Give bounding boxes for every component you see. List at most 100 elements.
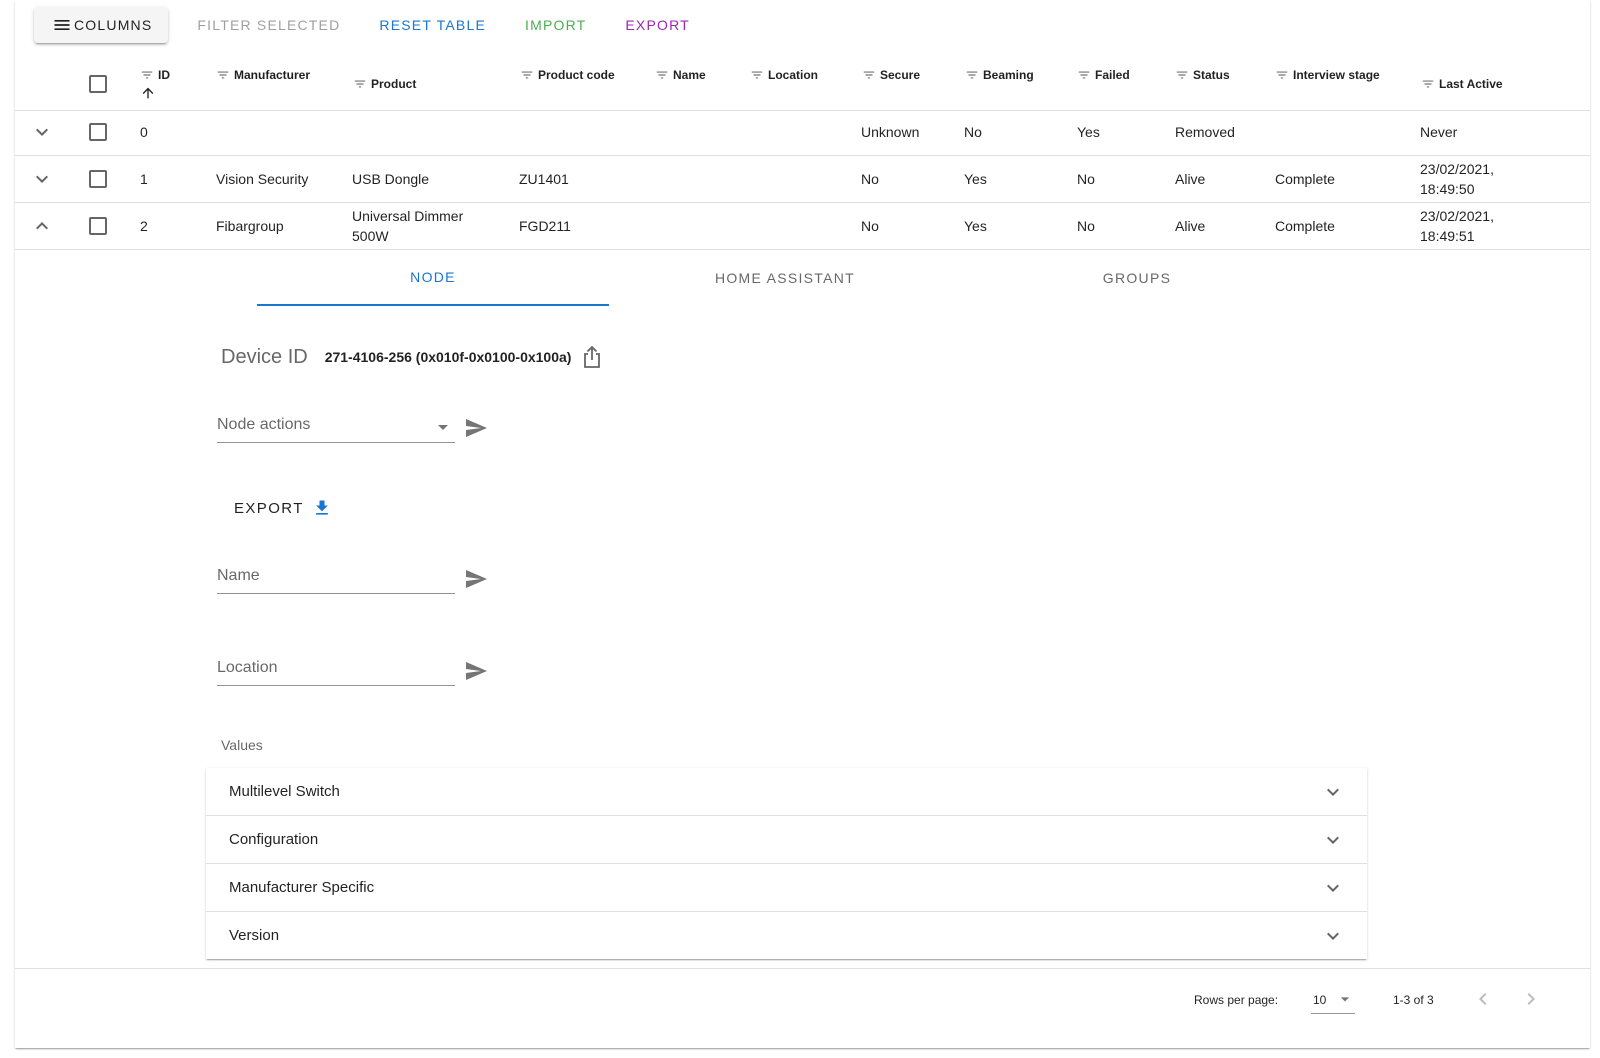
last-active-date: 23/02/2021, <box>1420 208 1494 224</box>
send-icon[interactable] <box>464 567 488 591</box>
cell-manufacturer: Fibargroup <box>216 218 284 234</box>
cell-status: Removed <box>1175 124 1235 140</box>
column-header-beaming[interactable]: Beaming <box>965 68 1034 82</box>
expand-more-icon[interactable] <box>1321 828 1345 852</box>
cell-product: Universal Dimmer 500W <box>352 203 463 249</box>
product-line-2: 500W <box>352 228 389 244</box>
row-checkbox[interactable] <box>89 217 107 235</box>
rows-per-page-label: Rows per page: <box>1194 993 1279 1007</box>
column-header-manufacturer[interactable]: Manufacturer <box>216 68 310 82</box>
column-header-label: Interview stage <box>1293 68 1380 82</box>
column-header-interview-stage[interactable]: Interview stage <box>1275 68 1380 82</box>
expand-more-icon[interactable] <box>1321 924 1345 948</box>
filter-selected-button[interactable]: Filter selected <box>187 7 350 43</box>
column-header-location[interactable]: Location <box>750 68 818 82</box>
previous-page-icon[interactable] <box>1471 987 1495 1011</box>
cell-last-active: 23/02/2021, 18:49:50 <box>1420 156 1494 202</box>
filter-icon[interactable] <box>520 68 534 82</box>
expand-more-icon[interactable] <box>1321 876 1345 900</box>
filter-icon[interactable] <box>1421 77 1435 91</box>
table-row[interactable]: 1 Vision Security USB Dongle ZU1401 No Y… <box>15 156 1590 203</box>
column-header-product-code[interactable]: Product code <box>520 68 615 82</box>
filter-icon[interactable] <box>1077 68 1091 82</box>
accordion-item-configuration[interactable]: Configuration <box>206 816 1367 864</box>
column-header-label: Name <box>673 68 706 82</box>
filter-icon[interactable] <box>862 68 876 82</box>
export-button[interactable]: Export <box>615 7 700 43</box>
tab-groups[interactable]: Groups <box>961 250 1313 306</box>
cell-product-code: FGD211 <box>519 218 571 234</box>
column-header-id[interactable]: ID <box>140 68 170 82</box>
tab-home-assistant[interactable]: Home Assistant <box>609 250 961 306</box>
filter-icon[interactable] <box>750 68 764 82</box>
table-pagination: Rows per page: 10 1-3 of 3 <box>15 968 1590 1029</box>
select-all-checkbox[interactable] <box>89 75 107 93</box>
column-header-name[interactable]: Name <box>655 68 706 82</box>
filter-icon[interactable] <box>1275 68 1289 82</box>
next-page-icon[interactable] <box>1519 987 1543 1011</box>
share-icon[interactable] <box>581 345 603 369</box>
values-heading: Values <box>221 737 263 753</box>
column-header-status[interactable]: Status <box>1175 68 1230 82</box>
accordion-item-version[interactable]: Version <box>206 912 1367 959</box>
location-field[interactable]: Location <box>217 655 455 686</box>
export-node-label: EXPORT <box>234 499 304 517</box>
column-header-label: Status <box>1193 68 1230 82</box>
column-header-failed[interactable]: Failed <box>1077 68 1130 82</box>
nodes-table-card: Columns Filter selected Reset table Impo… <box>15 0 1590 1048</box>
filter-icon[interactable] <box>965 68 979 82</box>
node-detail-panel: Node Home Assistant Groups Device ID 271… <box>15 250 1590 968</box>
filter-icon[interactable] <box>655 68 669 82</box>
table-row[interactable]: 2 Fibargroup Universal Dimmer 500W FGD21… <box>15 203 1590 250</box>
last-active-time: 18:49:51 <box>1420 228 1475 244</box>
import-button[interactable]: Import <box>515 7 596 43</box>
cell-secure: No <box>861 218 879 234</box>
accordion-item-manufacturer-specific[interactable]: Manufacturer Specific <box>206 864 1367 912</box>
table-row[interactable]: 0 Unknown No Yes Removed Never <box>15 109 1590 156</box>
accordion-item-multilevel-switch[interactable]: Multilevel Switch <box>206 768 1367 816</box>
cell-secure: No <box>861 171 879 187</box>
cell-status: Alive <box>1175 218 1206 234</box>
filter-icon[interactable] <box>353 77 367 91</box>
last-active-date: 23/02/2021, <box>1420 161 1494 177</box>
expand-more-icon[interactable] <box>1321 780 1345 804</box>
column-header-product[interactable]: Product <box>353 77 416 91</box>
chevron-down-icon[interactable] <box>30 120 54 144</box>
cell-interview-stage: Complete <box>1275 218 1335 234</box>
cell-beaming: Yes <box>964 218 987 234</box>
cell-secure: Unknown <box>861 124 920 140</box>
device-id-row: Device ID 271-4106-256 (0x010f-0x0100-0x… <box>221 345 603 369</box>
reset-table-button[interactable]: Reset table <box>369 7 496 43</box>
arrow-up-icon[interactable] <box>140 85 156 101</box>
filter-icon[interactable] <box>140 68 154 82</box>
name-field[interactable]: Name <box>217 563 455 594</box>
node-actions-placeholder: Node actions <box>217 416 311 433</box>
column-header-label: Secure <box>880 68 921 82</box>
cell-last-active: Never <box>1420 124 1458 140</box>
node-actions-select[interactable]: Node actions <box>217 412 455 443</box>
column-header-label: Product code <box>538 68 615 82</box>
table-header: ID Manufacturer Product Product code Nam… <box>15 58 1590 111</box>
accordion-title: Version <box>229 927 280 944</box>
send-icon[interactable] <box>464 659 488 683</box>
cell-product-code: ZU1401 <box>519 171 569 187</box>
column-header-label: Beaming <box>983 68 1034 82</box>
row-checkbox[interactable] <box>89 170 107 188</box>
tab-node[interactable]: Node <box>257 250 609 306</box>
send-icon[interactable] <box>464 416 488 440</box>
filter-icon[interactable] <box>1175 68 1189 82</box>
chevron-down-icon[interactable] <box>30 167 54 191</box>
row-checkbox[interactable] <box>89 123 107 141</box>
column-header-last-active[interactable]: Last Active <box>1421 77 1503 91</box>
location-placeholder: Location <box>217 659 278 676</box>
columns-button[interactable]: Columns <box>34 7 169 43</box>
name-placeholder: Name <box>217 567 260 584</box>
cell-id: 0 <box>140 124 148 140</box>
filter-icon[interactable] <box>216 68 230 82</box>
chevron-up-icon[interactable] <box>30 214 54 238</box>
export-node-button[interactable]: EXPORT <box>224 490 342 526</box>
rows-per-page-select[interactable]: 10 <box>1311 987 1355 1014</box>
accordion-title: Multilevel Switch <box>229 783 340 800</box>
dropdown-arrow-icon <box>1340 997 1350 1002</box>
column-header-secure[interactable]: Secure <box>862 68 920 82</box>
